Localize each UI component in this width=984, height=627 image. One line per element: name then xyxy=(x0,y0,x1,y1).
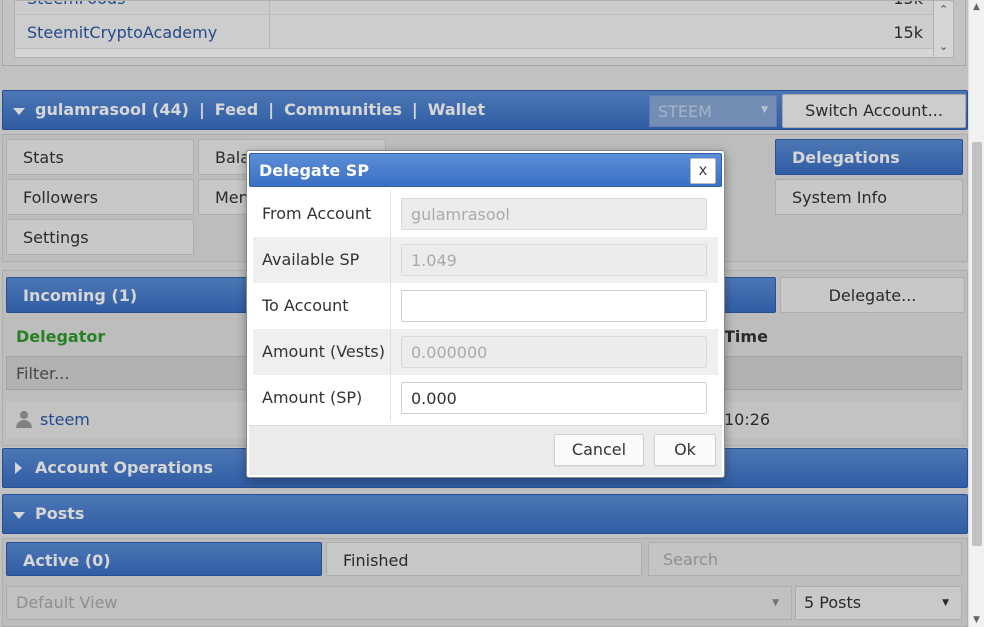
amount-vests-field: 0.000000 xyxy=(401,336,707,368)
from-account-row: From Account gulamrasool xyxy=(253,191,718,237)
available-sp-field: 1.049 xyxy=(401,244,707,276)
available-sp-row: Available SP 1.049 xyxy=(253,237,718,283)
scroll-up-icon[interactable]: ▲ xyxy=(973,2,980,12)
amount-sp-field[interactable]: 0.000 xyxy=(401,382,707,414)
page-scrollbar[interactable]: ▲ ▼ xyxy=(968,0,984,627)
scrollbar-thumb[interactable] xyxy=(972,142,982,546)
ok-button[interactable]: Ok xyxy=(654,434,716,466)
to-account-row: To Account xyxy=(253,283,718,329)
delegate-sp-dialog: Delegate SP x From Account gulamrasool A… xyxy=(246,150,725,478)
amount-vests-row: Amount (Vests) 0.000000 xyxy=(253,329,718,375)
scroll-down-icon[interactable]: ▼ xyxy=(973,615,980,625)
from-account-field: gulamrasool xyxy=(401,198,707,230)
dialog-header: Delegate SP x xyxy=(249,153,722,187)
cancel-button[interactable]: Cancel xyxy=(554,434,644,466)
amount-sp-row: Amount (SP) 0.000 xyxy=(253,375,718,421)
close-button[interactable]: x xyxy=(690,158,716,184)
to-account-field[interactable] xyxy=(401,290,707,322)
dialog-title: Delegate SP xyxy=(259,161,370,180)
dialog-footer: Cancel Ok xyxy=(249,425,722,475)
